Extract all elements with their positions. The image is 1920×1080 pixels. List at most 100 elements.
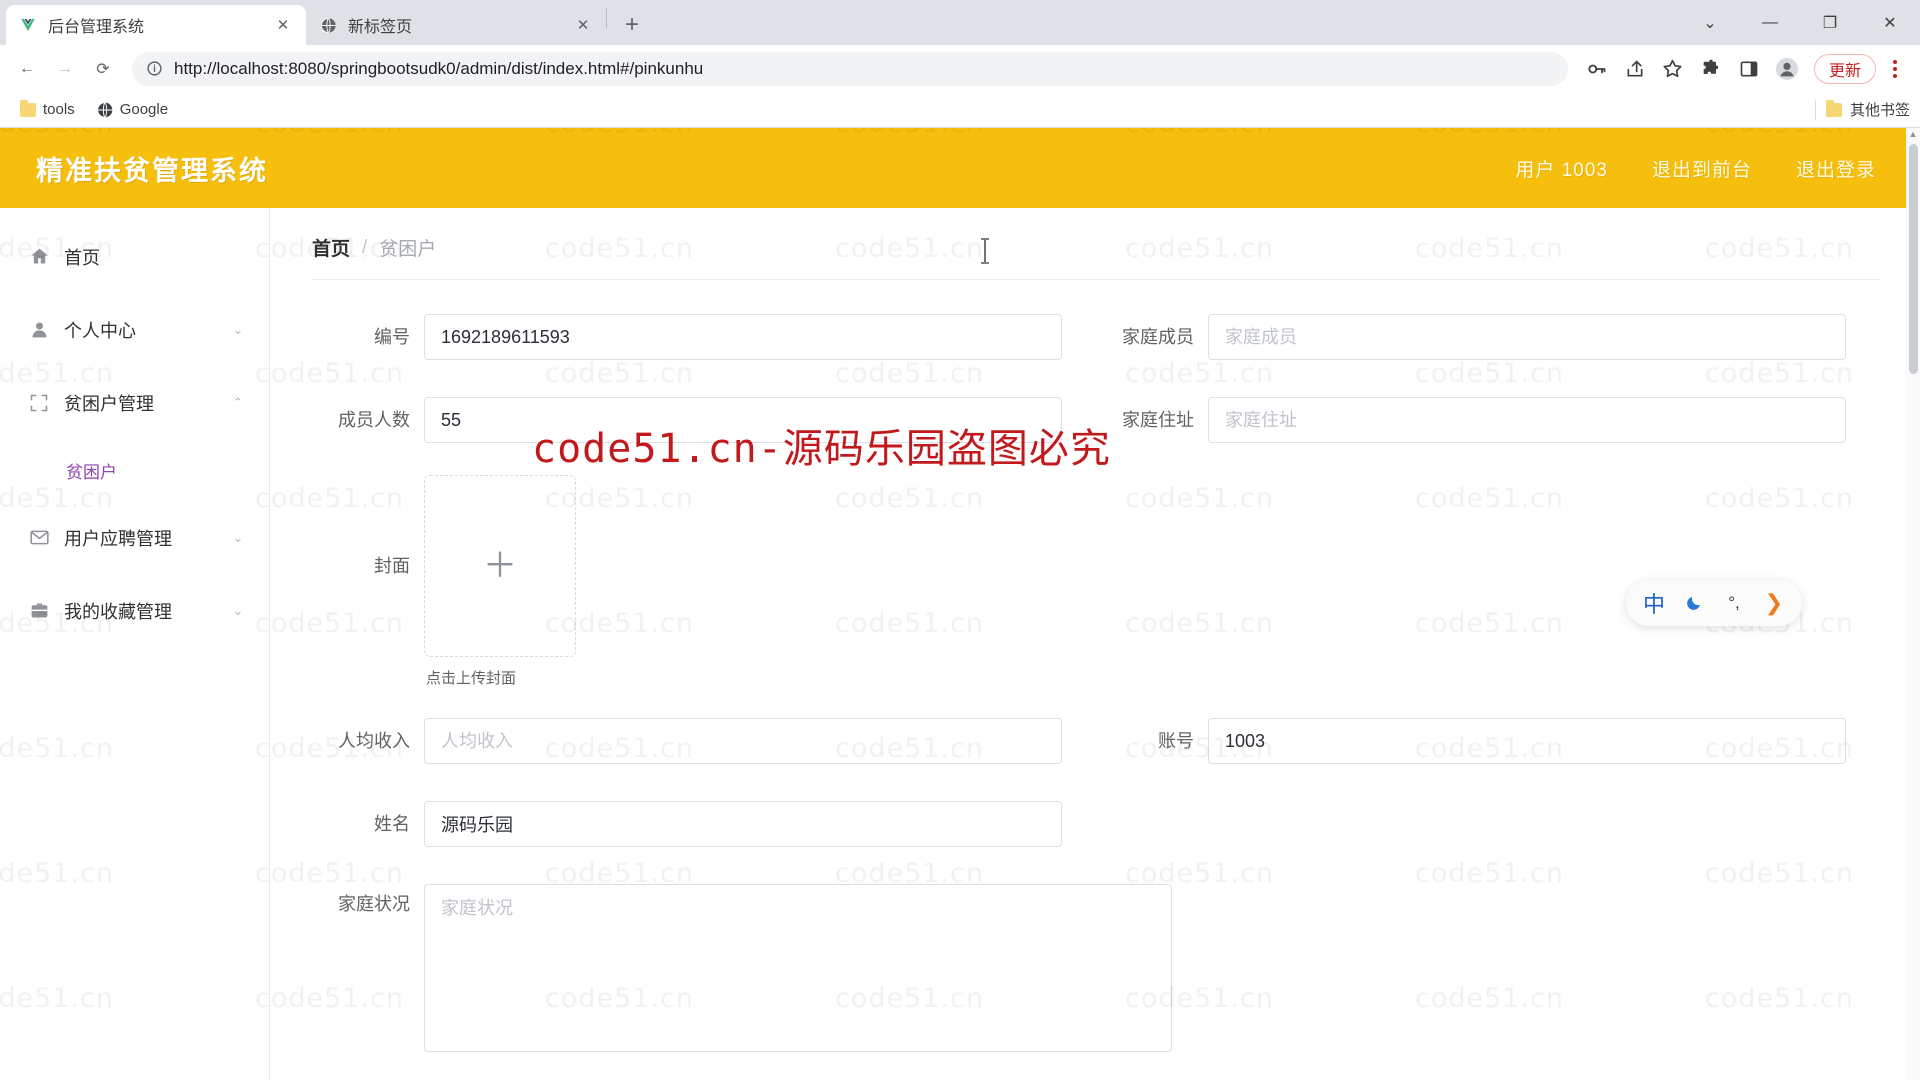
app-body: 首页 个人中心 ⌄ 贫困户管理 ⌃ 贫困户 用户应聘管理 ⌄ 我的收藏管理 ⌄ … [0,128,1920,1080]
field-xingming: 姓名 [312,801,1096,847]
sidebar-item-label: 用户应聘管理 [64,528,172,549]
folder-icon [1825,99,1842,117]
breadcrumb-separator: / [362,236,368,258]
field-label: 成员人数 [338,410,410,430]
field-chengyuan-renshu: 成员人数 [312,397,1096,443]
minimize-icon[interactable]: — [1740,0,1800,45]
window-controls: ⌄ — ❐ ✕ [1680,0,1920,45]
jiating-zhuzhi-input[interactable] [1208,397,1846,443]
field-renjun-shouru: 人均收入 [312,718,1096,764]
new-tab-button[interactable]: + [615,8,649,42]
current-user-label: 用户 1003 [1515,159,1608,181]
poor-household-form: 编号 家庭成员 [312,280,1880,1057]
app-logo: 精准扶贫管理系统 [36,155,268,186]
globe-icon [96,101,113,118]
folder-icon [20,99,36,117]
field-label: 人均收入 [338,731,410,751]
field-bianhao: 编号 [312,314,1096,360]
globe-icon [318,15,338,35]
bookmark-google[interactable]: Google [89,97,176,122]
sidebar-item-poor-household-mgmt[interactable]: 贫困户管理 ⌃ [0,366,269,439]
jiating-chengyuan-input[interactable] [1208,314,1846,360]
ime-punctuation-toggle[interactable]: °, [1718,587,1750,619]
chengyuan-renshu-input[interactable] [424,397,1062,443]
app-header-links: 用户 1003 退出到前台 退出登录 [1515,155,1876,182]
envelope-icon [28,527,50,549]
form-row-4: 姓名 [312,801,1880,847]
ime-floating-toolbar[interactable]: 中 °, ❯ [1626,580,1802,626]
page-scrollbar[interactable]: ▲ [1906,128,1920,1080]
maximize-icon[interactable]: ❐ [1800,0,1860,45]
extensions-icon[interactable] [1694,52,1728,86]
sidebar-item-personal-center[interactable]: 个人中心 ⌄ [0,293,269,366]
bookmark-tools[interactable]: tools [12,97,83,122]
address-bar[interactable]: http://localhost:8080/springbootsudk0/ad… [132,51,1568,86]
breadcrumb: 首页 / 贫困户 [312,234,1880,280]
breadcrumb-current: 贫困户 [379,239,437,260]
ime-language-toggle[interactable]: 中 [1638,587,1670,619]
sidebar-item-label: 我的收藏管理 [64,601,172,622]
form-row-3: 人均收入 账号 [312,718,1880,764]
xingming-input[interactable] [424,801,1062,847]
browser-toolbar: ← → ⟳ http://localhost:8080/springbootsu… [0,45,1920,92]
sidebar-item-label: 贫困户管理 [64,393,154,414]
chevron-up-icon: ⌃ [232,394,244,410]
sidebar-item-job-application-mgmt[interactable]: 用户应聘管理 ⌄ [0,501,269,574]
star-icon[interactable] [1656,52,1690,86]
field-jiating-chengyuan: 家庭成员 [1096,314,1880,360]
close-icon[interactable]: ✕ [572,14,594,36]
field-zhanghao: 账号 [1096,718,1880,764]
ime-expand-icon[interactable]: ❯ [1758,587,1790,619]
other-bookmarks[interactable]: 其他书签 [1814,99,1910,120]
jiating-zhuangkuang-textarea[interactable] [424,884,1172,1052]
sidebar: 首页 个人中心 ⌄ 贫困户管理 ⌃ 贫困户 用户应聘管理 ⌄ 我的收藏管理 ⌄ [0,208,270,1080]
sidebar-item-my-favorites-mgmt[interactable]: 我的收藏管理 ⌄ [0,574,269,647]
browser-menu-icon[interactable] [1880,52,1910,86]
exit-to-frontend-link[interactable]: 退出到前台 [1652,155,1752,182]
logout-link[interactable]: 退出登录 [1796,155,1876,182]
tab-title: 后台管理系统 [48,19,145,36]
close-icon[interactable]: ✕ [272,14,294,36]
web-application: code51.cncode51.cncode51.cncode51.cncode… [0,128,1920,1080]
scroll-up-arrow[interactable]: ▲ [1908,129,1918,139]
field-label: 家庭住址 [1122,410,1194,430]
sidepanel-icon[interactable] [1732,52,1766,86]
breadcrumb-home[interactable]: 首页 [312,234,350,261]
forward-icon[interactable]: → [48,52,82,86]
back-icon[interactable]: ← [10,52,44,86]
app-header: 精准扶贫管理系统 用户 1003 退出到前台 退出登录 [0,128,1920,208]
browser-tab-new[interactable]: 新标签页 ✕ [306,5,606,45]
form-row-5: 家庭状况 [312,884,1880,1057]
browser-tab-active[interactable]: 后台管理系统 ✕ [6,5,306,45]
zhanghao-input[interactable] [1208,718,1846,764]
field-label: 编号 [374,327,410,347]
url-text: http://localhost:8080/springbootsudk0/ad… [174,58,704,78]
form-row-1: 编号 家庭成员 [312,314,1880,360]
bianhao-input[interactable] [424,314,1062,360]
renjun-shouru-input[interactable] [424,718,1062,764]
cover-upload-hint: 点击上传封面 [426,670,517,687]
bookmarks-bar: tools Google 其他书签 [0,92,1920,128]
chevron-down-icon[interactable]: ⌄ [1680,0,1740,45]
chevron-down-icon: ⌄ [232,321,244,337]
field-label: 封面 [374,556,410,576]
field-label: 姓名 [374,814,410,834]
moon-icon[interactable] [1678,587,1710,619]
vue-logo-icon [18,15,38,35]
sidebar-subitem-poor-household[interactable]: 贫困户 [0,439,269,501]
other-bookmarks-label: 其他书签 [1849,102,1910,119]
update-button[interactable]: 更新 [1813,53,1876,84]
cover-upload-button[interactable]: ＋ [424,475,576,657]
profile-avatar-icon[interactable] [1770,52,1804,86]
divider [1814,99,1816,120]
sidebar-item-home[interactable]: 首页 [0,220,269,293]
reload-icon[interactable]: ⟳ [86,52,120,86]
briefcase-icon [28,600,50,622]
key-icon[interactable] [1580,52,1614,86]
browser-window: 后台管理系统 ✕ 新标签页 ✕ + ⌄ — ❐ ✕ ← → ⟳ http://l… [0,0,1920,1080]
home-icon [28,246,50,268]
close-window-icon[interactable]: ✕ [1860,0,1920,45]
share-icon[interactable] [1618,52,1652,86]
scrollbar-thumb[interactable] [1909,144,1918,374]
info-icon[interactable] [146,60,164,78]
